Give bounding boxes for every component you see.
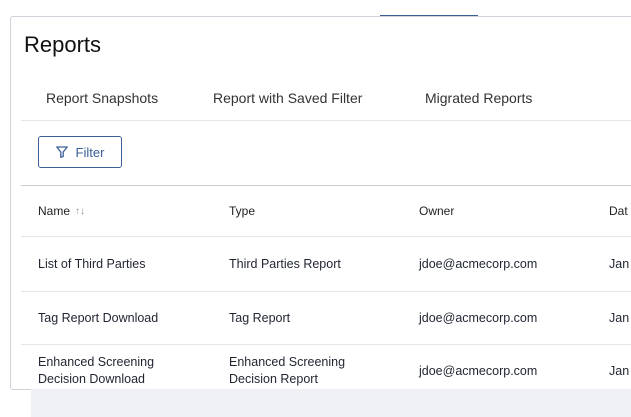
cell-date: Jan <box>609 257 630 271</box>
tabs-divider <box>21 120 631 121</box>
cell-name-line: Enhanced Screening <box>38 355 155 369</box>
cell-name[interactable]: Enhanced Screening Decision Download <box>38 354 154 388</box>
cell-type-line: Decision Report <box>229 372 318 386</box>
column-header-name[interactable]: Name ↑↓ <box>38 203 85 220</box>
cell-type: Third Parties Report <box>229 257 341 271</box>
tab-label: Report with Saved Filter <box>213 90 363 106</box>
tab-label: Migrated Reports <box>425 90 533 106</box>
cell-name-line: Decision Download <box>38 372 146 386</box>
cell-type: Tag Report <box>229 311 291 325</box>
bottom-scroll-area <box>31 389 631 417</box>
funnel-icon <box>55 146 68 158</box>
cell-date: Jan <box>609 311 630 325</box>
tab-migrated-reports[interactable]: Migrated Reports <box>425 77 532 120</box>
sort-icon[interactable]: ↑↓ <box>75 203 85 220</box>
filter-button[interactable]: Filter <box>38 136 122 168</box>
cell-date: Jan <box>609 364 630 378</box>
tab-label: Report Snapshots <box>46 90 159 106</box>
table-top-border <box>21 185 631 186</box>
cell-owner: jdoe@acmecorp.com <box>419 257 538 271</box>
row-divider <box>21 236 631 237</box>
cell-name[interactable]: Tag Report Download <box>38 310 158 327</box>
column-header-label: Name <box>38 204 71 218</box>
tab-report-with-saved-filter[interactable]: Report with Saved Filter <box>213 77 362 120</box>
cell-owner: jdoe@acmecorp.com <box>419 364 538 378</box>
column-header-type[interactable]: Type <box>229 203 255 220</box>
cell-owner: jdoe@acmecorp.com <box>419 311 538 325</box>
cell-type-line: Enhanced Screening <box>229 355 346 369</box>
column-header-date[interactable]: Dat <box>609 203 628 220</box>
tab-report-snapshots[interactable]: Report Snapshots <box>36 77 181 121</box>
cell-type: Enhanced Screening Decision Report <box>229 354 345 388</box>
column-header-owner[interactable]: Owner <box>419 203 454 220</box>
page-title: Reports <box>24 32 102 57</box>
tab-bar: Report Snapshots Report with Saved Filte… <box>11 77 631 121</box>
cell-name[interactable]: List of Third Parties <box>38 256 145 273</box>
filter-label: Filter <box>75 144 105 160</box>
row-divider <box>21 344 631 345</box>
reports-panel: Reports Report Snapshots Report with Sav… <box>10 16 631 390</box>
row-divider <box>21 291 631 292</box>
